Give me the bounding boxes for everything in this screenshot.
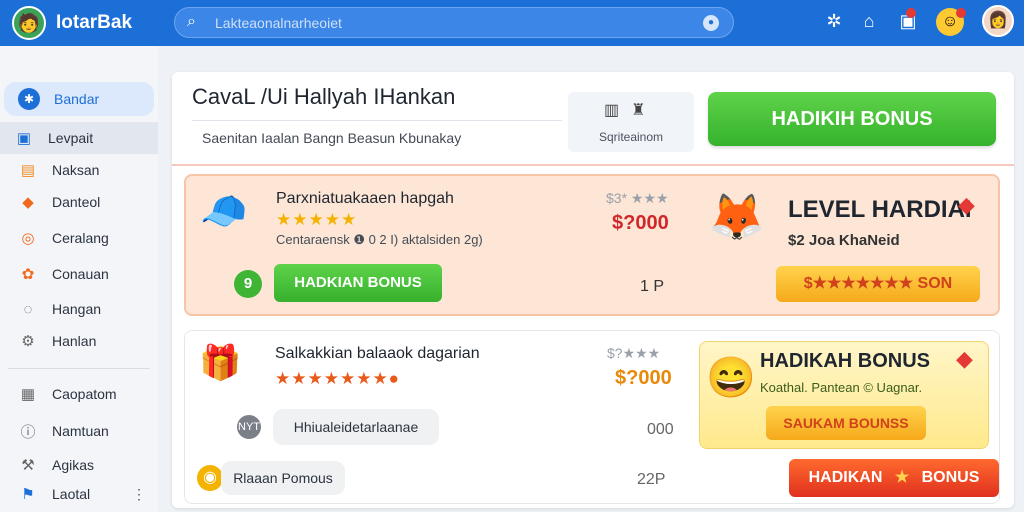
sidebar-item-label: Ceralang — [52, 230, 109, 246]
sidebar-item-label: Laotal — [52, 486, 91, 502]
avatar-icon[interactable]: 🧑 — [12, 6, 46, 40]
mini-panel-label: Sqriteainom — [598, 130, 664, 144]
promo-panel: 😄 HADIKAH BONUS ◆ Koathal. Pantean © Uag… — [699, 341, 989, 449]
coin-icon: ◉ — [197, 465, 223, 491]
mic-icon[interactable]: ● — [703, 15, 719, 31]
sidebar-item-label: Bandar — [54, 91, 100, 107]
sidebar-icon-caopatom: ▦ — [20, 386, 36, 403]
coin-chip[interactable]: Rlaaan Pomous — [221, 461, 345, 495]
red-button-label-left: HADIKAN — [808, 469, 883, 486]
info-icon: ⓘ — [20, 423, 36, 441]
header-separator — [172, 164, 1014, 166]
card-description: Centaraensk ❶ 0 2 I) aktalsiden 2g) — [276, 232, 483, 247]
sidebar-item-laotal[interactable]: ⚑ Laotal ⋮ — [4, 478, 154, 510]
star-icon: ★ — [894, 469, 910, 486]
main-panel: CavaL /Ui Hallyah IHankan Saenitan Iaala… — [172, 72, 1014, 508]
puzzle-icon[interactable]: ✲ — [822, 11, 846, 32]
red-bonus-button[interactable]: HADIKAN ★ BONUS — [789, 459, 999, 497]
nyt-icon: NYT — [237, 415, 261, 439]
sidebar-item-levpait[interactable]: ▣ Levpait — [0, 122, 158, 154]
sidebar-icon-bandar: ✱ — [18, 88, 40, 110]
sidebar: ✱ Bandar ▣ Levpait ▤ Naksan ◆ Danteol ◎ … — [0, 46, 158, 512]
sidebar-item-bandar[interactable]: ✱ Bandar — [4, 82, 154, 116]
search-icon: ⌕ — [187, 13, 196, 30]
sidebar-item-label: Conauan — [52, 266, 109, 282]
sidebar-item-ceralang[interactable]: ◎ Ceralang — [4, 222, 154, 254]
sidebar-item-conauan[interactable]: ✿ Conauan — [4, 258, 154, 290]
sidebar-item-naksan[interactable]: ▤ Naksan — [4, 154, 154, 186]
sidebar-item-label: Naksan — [52, 162, 100, 178]
sidebar-icon-levpait: ▣ — [16, 130, 32, 147]
gem-icon: ◆ — [958, 192, 975, 217]
sidebar-icon-ceralang: ◎ — [21, 230, 35, 247]
sidebar-item-label: Agikas — [52, 457, 95, 473]
card-bonus-button[interactable]: HADKIAN BONUS — [274, 264, 442, 302]
sidebar-icon-hangan: ◌ — [23, 300, 33, 318]
settings-gear-icon: ⚙ — [21, 333, 35, 350]
info-chip[interactable]: Hhiualeidetarlaanae — [273, 409, 439, 445]
card-title: Parxniatuakaaen hapgah — [276, 190, 454, 207]
sidebar-item-agikas[interactable]: ⚒ Agikas — [4, 449, 154, 481]
sidebar-icon-danteol: ◆ — [22, 194, 34, 211]
card-title: Salkakkian balaaok dagarian — [275, 345, 480, 362]
promo-bonus-button[interactable]: SAUKAM BOUNSS — [766, 406, 926, 440]
user-avatar[interactable]: 👩 — [982, 5, 1014, 37]
sidebar-icon-conauan: ✿ — [21, 266, 35, 283]
book-icon: ▥♜ — [604, 102, 658, 119]
level-bonus-button[interactable]: $★★★★★★★ SON — [776, 266, 980, 302]
sidebar-item-caopatom[interactable]: ▦ Caopatom — [4, 378, 154, 410]
sun-smile-icon: 😄 — [706, 356, 756, 400]
title-divider — [192, 120, 562, 121]
sidebar-item-label: Danteol — [52, 194, 101, 210]
search-input[interactable] — [215, 13, 695, 33]
sidebar-icon-naksan: ▤ — [20, 162, 36, 179]
emoji-badge — [956, 8, 966, 18]
level-mascot-icon: 🦊 — [708, 191, 766, 243]
more-vert-icon[interactable]: ⋮ — [132, 486, 146, 503]
sidebar-item-label: Hanlan — [52, 333, 97, 349]
quantity-2: 22P — [637, 471, 666, 488]
number-badge: 9 — [234, 270, 262, 298]
search-bar[interactable]: ⌕ ● — [174, 7, 734, 38]
rating-stars: ★★★★★★★● — [275, 369, 400, 388]
level-title: LEVEL HARDIAI — [788, 196, 972, 223]
bonus-card-1: 🧢 Parxniatuakaaen hapgah ★★★★★ Centaraen… — [184, 174, 1000, 316]
price: $?000 — [615, 367, 672, 389]
sidebar-divider — [8, 368, 150, 369]
level-subtitle: $2 Joa KhaNeid — [788, 232, 900, 249]
sidebar-item-label: Namtuan — [52, 423, 109, 439]
sidebar-item-label: Hangan — [52, 301, 102, 317]
rating-stars: ★★★★★ — [276, 210, 358, 229]
old-price: $3* ★★★ — [606, 190, 669, 206]
page-title: CavaL /Ui Hallyah IHankan — [192, 84, 456, 109]
sidebar-item-label: Levpait — [48, 130, 94, 146]
sidebar-item-namtuan[interactable]: ⓘ Namtuan — [4, 415, 154, 447]
mascot-icon: 🧢 — [200, 191, 248, 233]
price: $?000 — [612, 212, 669, 234]
tools-icon: ⚒ — [21, 457, 35, 474]
page-subtitle: Saenitan Iaalan Bangn Beasun Kbunakay — [202, 130, 462, 146]
quantity: 000 — [647, 421, 674, 438]
gift-box-icon: 🎁 — [199, 344, 242, 382]
home-icon[interactable]: ⌂ — [857, 11, 881, 32]
gem-icon: ◆ — [956, 346, 973, 371]
quantity: 1 P — [640, 278, 665, 295]
red-button-label-right: BONUS — [921, 469, 980, 486]
app-title: IotarBak — [56, 12, 133, 33]
top-bar: 🧑 IotarBak ⌕ ● ✲ ⌂ ▣ ☺ 👩 — [0, 0, 1024, 46]
flag-icon: ⚑ — [21, 486, 35, 503]
sidebar-item-hangan[interactable]: ◌ Hangan — [4, 293, 154, 325]
sidebar-item-hanlan[interactable]: ⚙ Hanlan — [4, 325, 154, 357]
bonus-card-2: 🎁 Salkakkian balaaok dagarian ★★★★★★★● N… — [184, 330, 1000, 504]
promo-title: HADIKAH BONUS — [760, 350, 930, 372]
hero-bonus-button[interactable]: HADIKIH BONUS — [708, 92, 996, 146]
sidebar-item-danteol[interactable]: ◆ Danteol — [4, 186, 154, 218]
mini-panel[interactable]: ▥♜ Sqriteainom — [568, 92, 694, 152]
promo-description: Koathal. Pantean © Uagnar. — [760, 380, 923, 395]
sidebar-item-label: Caopatom — [52, 386, 117, 402]
notification-badge — [906, 8, 916, 18]
old-price: $?★★★ — [607, 345, 661, 361]
